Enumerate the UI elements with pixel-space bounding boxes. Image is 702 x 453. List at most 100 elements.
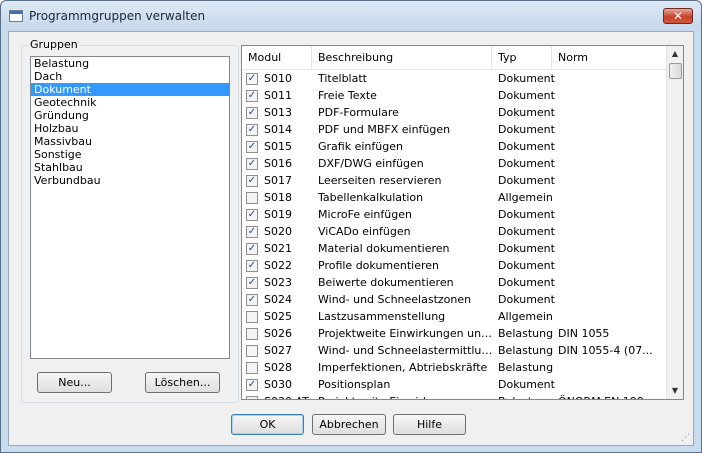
cell-beschreibung: Lastzusammenstellung xyxy=(318,310,446,323)
cell-typ: Dokument xyxy=(498,106,555,119)
row-checkbox-cell: ✓ xyxy=(246,223,260,240)
row-checkbox-cell: ✓ xyxy=(246,376,260,393)
cell-modul: S020 xyxy=(264,225,292,238)
row-checkbox[interactable]: ✓ xyxy=(246,226,258,238)
group-item[interactable]: Belastung xyxy=(31,57,229,70)
group-item[interactable]: Dokument xyxy=(31,83,229,96)
group-item[interactable]: Sonstige xyxy=(31,148,229,161)
row-checkbox[interactable]: ✓ xyxy=(246,277,258,289)
resize-grip-icon[interactable]: ⋰ xyxy=(681,433,691,443)
row-checkbox[interactable] xyxy=(246,345,258,357)
cancel-button[interactable]: Abbrechen xyxy=(312,414,386,435)
column-header-typ[interactable]: Typ xyxy=(492,46,552,70)
ok-button[interactable]: OK xyxy=(231,414,304,435)
cell-beschreibung: Titelblatt xyxy=(318,72,367,85)
row-checkbox[interactable]: ✓ xyxy=(246,175,258,187)
scroll-thumb[interactable] xyxy=(669,63,682,79)
cell-beschreibung: Imperfektionen, Abtriebskräfte xyxy=(318,361,488,374)
delete-group-button[interactable]: Löschen... xyxy=(145,372,220,393)
scroll-down-icon[interactable]: ▼ xyxy=(667,383,683,399)
groups-listbox[interactable]: Belastung Dach Dokument Geotechnik Gründung H… xyxy=(30,56,230,359)
row-checkbox-cell xyxy=(246,393,260,399)
row-checkbox[interactable]: ✓ xyxy=(246,260,258,272)
table-row[interactable]: S030 AT Projektweite Einwirkungen und L Be… xyxy=(242,393,666,399)
table-row[interactable]: ✓ S023 Beiwerte dokumentieren Dokument xyxy=(242,274,666,291)
table-row[interactable]: ✓ S011 Freie Texte Dokument xyxy=(242,87,666,104)
dialog-client: Gruppen Belastung Dach Dokument Geotechnik G… xyxy=(8,31,694,446)
cell-beschreibung: Grafik einfügen xyxy=(318,140,403,153)
close-icon[interactable]: ✕ xyxy=(663,8,693,24)
cell-beschreibung: Wind- und Schneelastzonen xyxy=(318,293,472,306)
column-header-modul[interactable]: Modul xyxy=(242,46,312,70)
column-header-norm[interactable]: Norm xyxy=(552,46,666,70)
table-row[interactable]: ✓ S017 Leerseiten reservieren Dokument xyxy=(242,172,666,189)
row-checkbox[interactable]: ✓ xyxy=(246,243,258,255)
cell-typ: Dokument xyxy=(498,72,555,85)
row-checkbox[interactable] xyxy=(246,328,258,340)
table-row[interactable]: S026 Projektweite Einwirkungen und L... Be… xyxy=(242,325,666,342)
table-row[interactable]: ✓ S015 Grafik einfügen Dokument xyxy=(242,138,666,155)
cell-beschreibung: Wind- und Schneelastermittlung xyxy=(318,344,494,357)
table-row[interactable]: S025 Lastzusammenstellung Allgemein xyxy=(242,308,666,325)
group-item[interactable]: Dach xyxy=(31,70,229,83)
table-row[interactable]: ✓ S014 PDF und MBFX einfügen Dokument xyxy=(242,121,666,138)
new-group-button[interactable]: Neu... xyxy=(37,372,112,393)
table-row[interactable]: ✓ S020 ViCADo einfügen Dokument xyxy=(242,223,666,240)
row-checkbox-cell: ✓ xyxy=(246,172,260,189)
row-checkbox[interactable]: ✓ xyxy=(246,124,258,136)
row-checkbox[interactable] xyxy=(246,311,258,323)
row-checkbox[interactable] xyxy=(246,396,258,399)
row-checkbox[interactable]: ✓ xyxy=(246,294,258,306)
row-checkbox[interactable]: ✓ xyxy=(246,73,258,85)
row-checkbox-cell xyxy=(246,325,260,342)
table-row[interactable]: ✓ S019 MicroFe einfügen Dokument xyxy=(242,206,666,223)
cell-modul: S023 xyxy=(264,276,292,289)
table-row[interactable]: ✓ S010 Titelblatt Dokument xyxy=(242,70,666,87)
cell-typ: Dokument xyxy=(498,157,555,170)
modules-table[interactable]: Modul Beschreibung Typ Norm ✓ S010 Titelbl… xyxy=(241,45,684,400)
row-checkbox[interactable]: ✓ xyxy=(246,379,258,391)
table-row[interactable]: S028 Imperfektionen, Abtriebskräfte Belast… xyxy=(242,359,666,376)
row-checkbox-cell: ✓ xyxy=(246,291,260,308)
cell-norm xyxy=(558,104,664,121)
row-checkbox[interactable]: ✓ xyxy=(246,107,258,119)
cell-modul: S025 xyxy=(264,310,292,323)
group-item[interactable]: Stahlbau xyxy=(31,161,229,174)
cell-typ: Allgemein xyxy=(498,191,553,204)
table-row[interactable]: ✓ S030 Positionsplan Dokument xyxy=(242,376,666,393)
cell-norm: DIN 1055 xyxy=(558,327,610,340)
row-checkbox-cell xyxy=(246,342,260,359)
cell-typ: Belastung xyxy=(498,393,556,399)
cell-modul: S018 xyxy=(264,191,292,204)
cell-norm xyxy=(558,359,664,376)
row-checkbox[interactable]: ✓ xyxy=(246,209,258,221)
column-header-beschreibung[interactable]: Beschreibung xyxy=(312,46,492,70)
group-item[interactable]: Massivbau xyxy=(31,135,229,148)
row-checkbox[interactable]: ✓ xyxy=(246,141,258,153)
vertical-scrollbar[interactable]: ▲ ▼ xyxy=(666,46,683,399)
table-row[interactable]: ✓ S016 DXF/DWG einfügen Dokument xyxy=(242,155,666,172)
cell-beschreibung: Beiwerte dokumentieren xyxy=(318,276,454,289)
cell-typ: Belastung xyxy=(498,361,554,374)
group-item[interactable]: Gründung xyxy=(31,109,229,122)
table-row[interactable]: ✓ S013 PDF-Formulare Dokument xyxy=(242,104,666,121)
group-item[interactable]: Geotechnik xyxy=(31,96,229,109)
table-row[interactable]: S027 Wind- und Schneelastermittlung Belast… xyxy=(242,342,666,359)
table-row[interactable]: ✓ S021 Material dokumentieren Dokument xyxy=(242,240,666,257)
group-item[interactable]: Holzbau xyxy=(31,122,229,135)
help-button[interactable]: Hilfe xyxy=(393,414,466,435)
title-bar[interactable]: Programmgruppen verwalten ✕ xyxy=(1,1,701,31)
row-checkbox[interactable] xyxy=(246,192,258,204)
table-row[interactable]: ✓ S024 Wind- und Schneelastzonen Dokument xyxy=(242,291,666,308)
row-checkbox[interactable]: ✓ xyxy=(246,90,258,102)
cell-modul: S010 xyxy=(264,72,292,85)
table-row[interactable]: S018 Tabellenkalkulation Allgemein xyxy=(242,189,666,206)
row-checkbox-cell: ✓ xyxy=(246,257,260,274)
group-item[interactable]: Verbundbau xyxy=(31,174,229,187)
row-checkbox[interactable] xyxy=(246,362,258,374)
cell-modul: S030 AT xyxy=(264,393,314,399)
row-checkbox[interactable]: ✓ xyxy=(246,158,258,170)
table-row[interactable]: ✓ S022 Profile dokumentieren Dokument xyxy=(242,257,666,274)
scroll-up-icon[interactable]: ▲ xyxy=(667,46,683,62)
row-checkbox-cell: ✓ xyxy=(246,70,260,87)
